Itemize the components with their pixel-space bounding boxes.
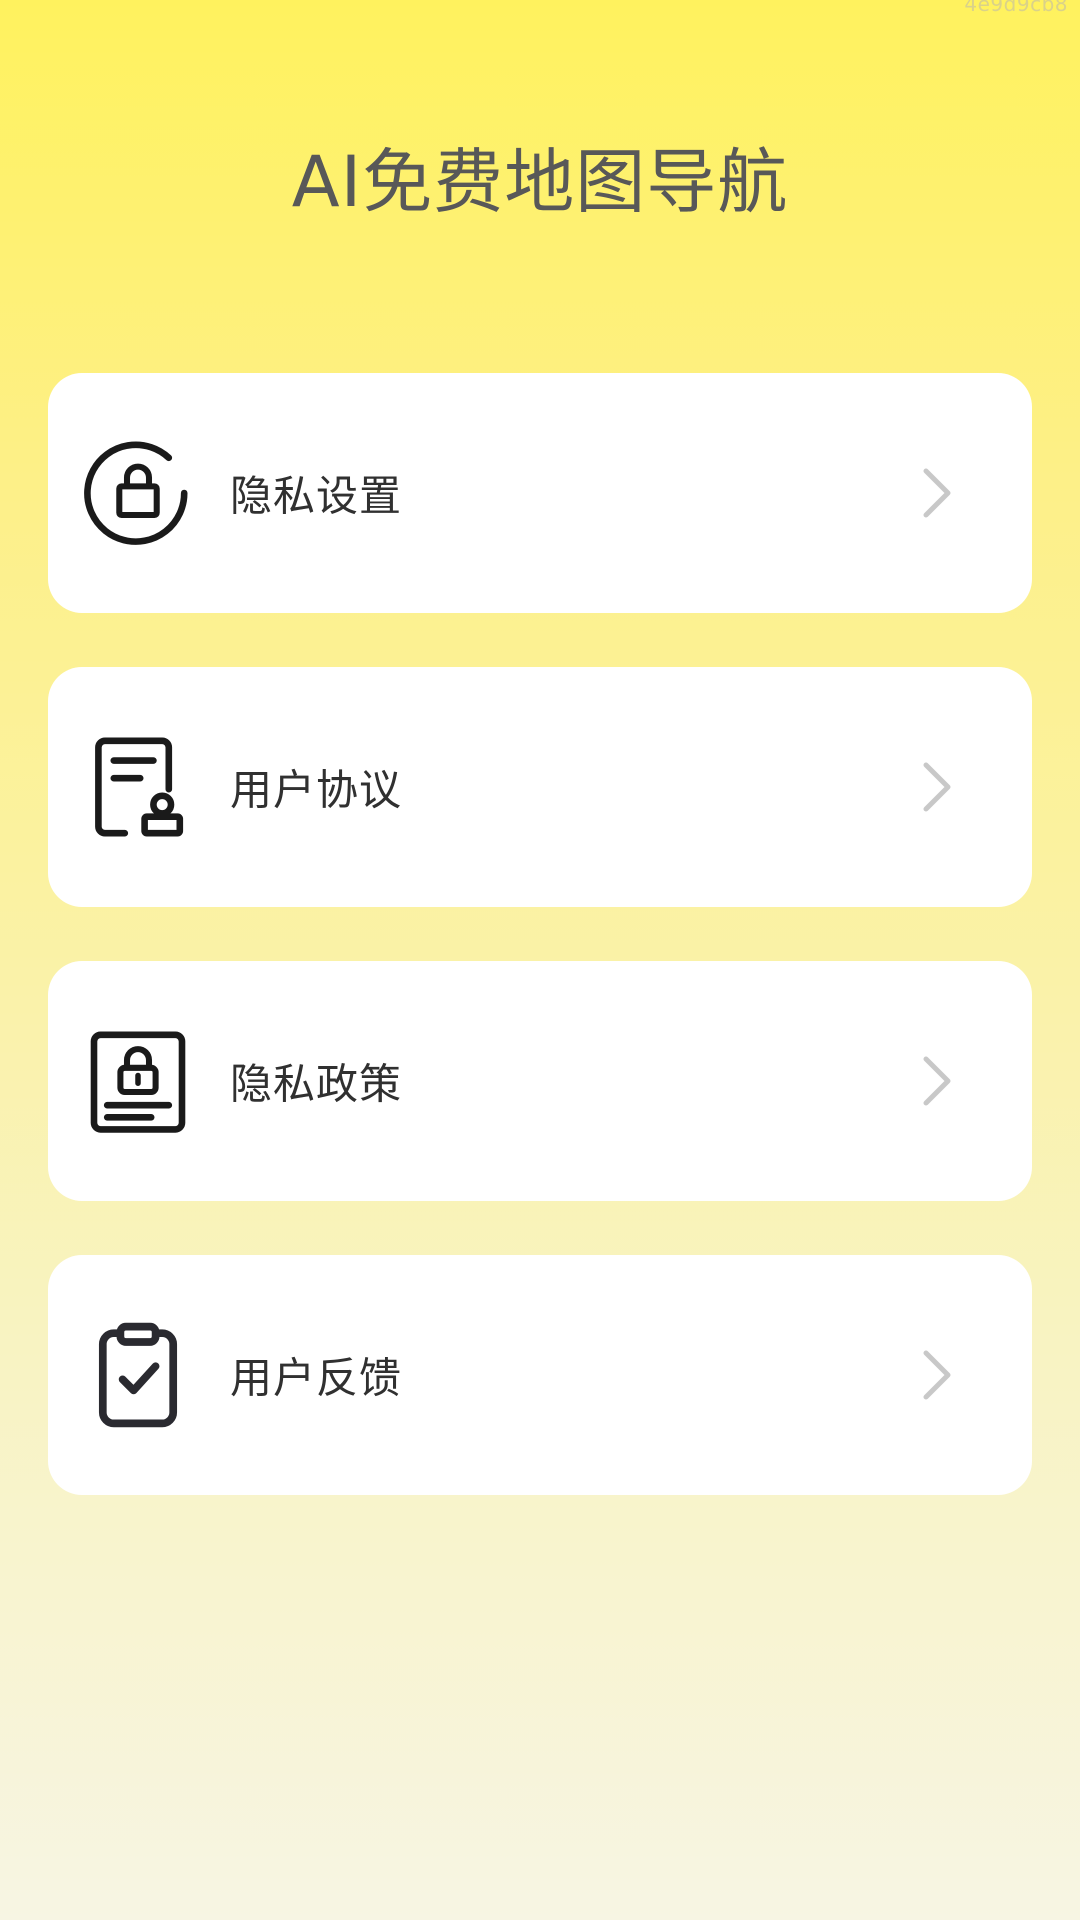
privacy-policy-icon: [90, 1031, 186, 1133]
menu-item-label: 用户协议: [230, 765, 403, 815]
watermark: 4e9d9cb8: [964, 0, 1068, 16]
chevron-right-icon: [923, 762, 951, 812]
chevron-right-icon: [923, 468, 951, 518]
menu-item-privacy-settings[interactable]: 隐私设置: [48, 373, 1032, 613]
menu-item-user-feedback[interactable]: 用户反馈: [48, 1255, 1032, 1495]
clipboard-check-icon: [98, 1322, 178, 1428]
document-seal-icon: [95, 737, 184, 837]
chevron-right-icon: [923, 1350, 951, 1400]
chevron-right-icon: [923, 1056, 951, 1106]
menu-item-user-agreement[interactable]: 用户协议: [48, 667, 1032, 907]
page-title: AI免费地图导航: [291, 141, 789, 223]
menu-item-label: 隐私设置: [230, 471, 403, 521]
lock-refresh-icon: [84, 441, 188, 545]
menu-item-privacy-policy[interactable]: 隐私政策: [48, 961, 1032, 1201]
menu-item-label: 用户反馈: [230, 1353, 403, 1403]
menu-item-label: 隐私政策: [230, 1059, 403, 1109]
